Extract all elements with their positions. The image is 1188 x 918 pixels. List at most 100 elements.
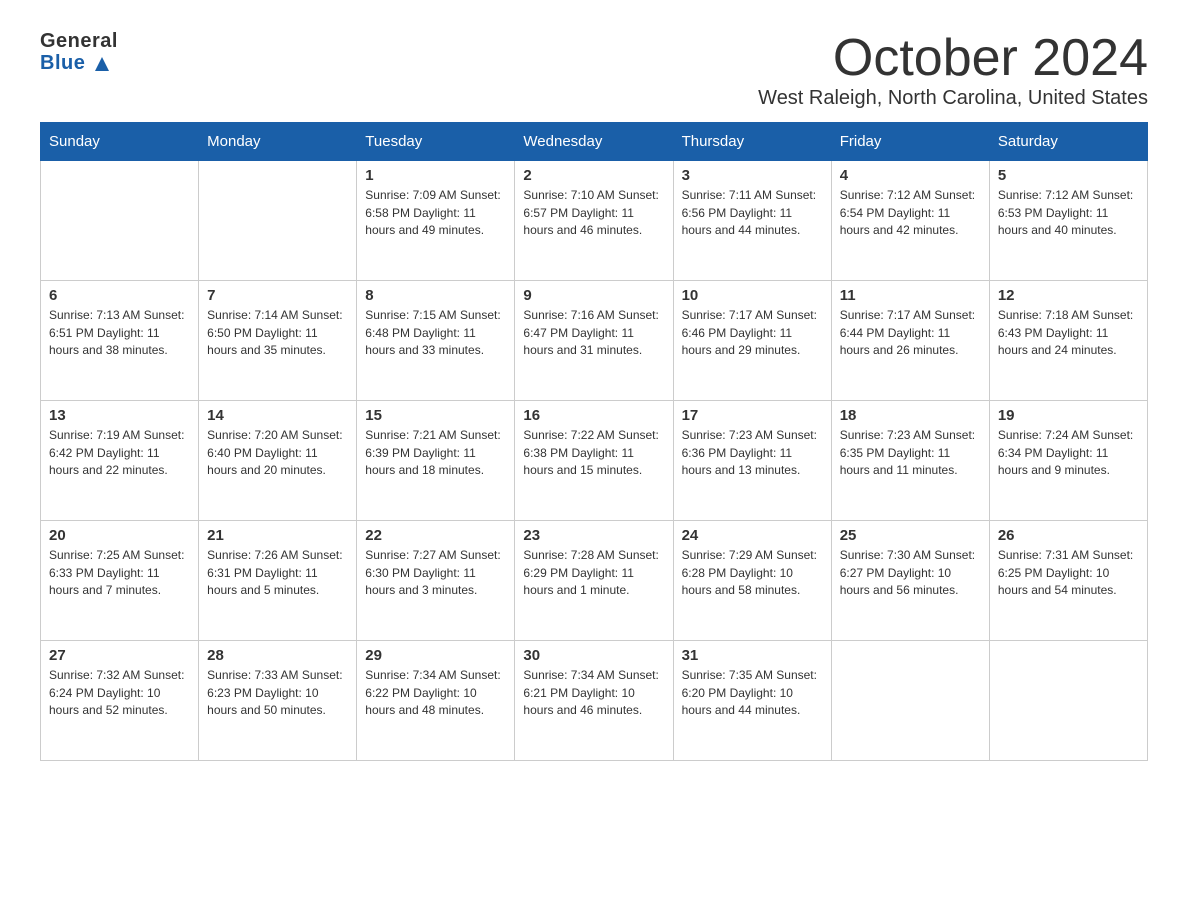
calendar-cell: 7 Sunrise: 7:14 AM Sunset: 6:50 PM Daylig…: [199, 281, 357, 401]
calendar-cell: [199, 161, 357, 281]
day-info: Sunrise: 7:09 AM Sunset: 6:58 PM Dayligh…: [365, 187, 506, 239]
day-info: Sunrise: 7:14 AM Sunset: 6:50 PM Dayligh…: [207, 307, 348, 359]
logo-line1: General: [40, 30, 118, 52]
day-info: Sunrise: 7:22 AM Sunset: 6:38 PM Dayligh…: [523, 427, 664, 479]
day-number: 7: [207, 287, 348, 304]
day-of-week-header: Monday: [199, 123, 357, 161]
calendar-cell: 5 Sunrise: 7:12 AM Sunset: 6:53 PM Daylig…: [989, 161, 1147, 281]
calendar-cell: 14Sunrise: 7:20 AM Sunset: 6:40 PM Dayli…: [199, 401, 357, 521]
calendar-cell: 26 Sunrise: 7:31 AM Sunset: 6:25 PM Dayli…: [989, 521, 1147, 641]
day-number: 19: [998, 407, 1139, 424]
day-number: 28: [207, 647, 348, 664]
calendar-cell: 4 Sunrise: 7:12 AM Sunset: 6:54 PM Daylig…: [831, 161, 989, 281]
logo-triangle-icon: [93, 55, 111, 73]
days-of-week-row: SundayMondayTuesdayWednesdayThursdayFrid…: [41, 123, 1148, 161]
calendar-cell: 29 Sunrise: 7:34 AM Sunset: 6:22 PM Dayli…: [357, 641, 515, 761]
day-info: Sunrise: 7:13 AM Sunset: 6:51 PM Dayligh…: [49, 307, 190, 359]
day-info: Sunrise: 7:29 AM Sunset: 6:28 PM Dayligh…: [682, 547, 823, 599]
day-number: 8: [365, 287, 506, 304]
day-number: 30: [523, 647, 664, 664]
day-info: Sunrise: 7:10 AM Sunset: 6:57 PM Dayligh…: [523, 187, 664, 239]
calendar-cell: 13Sunrise: 7:19 AM Sunset: 6:42 PM Dayli…: [41, 401, 199, 521]
calendar-cell: 22 Sunrise: 7:27 AM Sunset: 6:30 PM Dayli…: [357, 521, 515, 641]
day-info: Sunrise: 7:16 AM Sunset: 6:47 PM Dayligh…: [523, 307, 664, 359]
calendar-cell: [989, 641, 1147, 761]
day-number: 26: [998, 527, 1139, 544]
calendar-cell: 9 Sunrise: 7:16 AM Sunset: 6:47 PM Daylig…: [515, 281, 673, 401]
day-number: 22: [365, 527, 506, 544]
day-info: Sunrise: 7:35 AM Sunset: 6:20 PM Dayligh…: [682, 667, 823, 719]
calendar-cell: 6 Sunrise: 7:13 AM Sunset: 6:51 PM Daylig…: [41, 281, 199, 401]
day-number: 14: [207, 407, 348, 424]
day-info: Sunrise: 7:17 AM Sunset: 6:46 PM Dayligh…: [682, 307, 823, 359]
day-number: 27: [49, 647, 190, 664]
calendar-cell: 19 Sunrise: 7:24 AM Sunset: 6:34 PM Dayli…: [989, 401, 1147, 521]
day-info: Sunrise: 7:19 AM Sunset: 6:42 PM Dayligh…: [49, 427, 190, 479]
day-info: Sunrise: 7:15 AM Sunset: 6:48 PM Dayligh…: [365, 307, 506, 359]
day-info: Sunrise: 7:30 AM Sunset: 6:27 PM Dayligh…: [840, 547, 981, 599]
logo-blue-text: Blue: [40, 52, 85, 74]
calendar-cell: 1 Sunrise: 7:09 AM Sunset: 6:58 PM Daylig…: [357, 161, 515, 281]
day-number: 5: [998, 167, 1139, 184]
calendar-table: SundayMondayTuesdayWednesdayThursdayFrid…: [40, 122, 1148, 761]
day-info: Sunrise: 7:11 AM Sunset: 6:56 PM Dayligh…: [682, 187, 823, 239]
day-number: 2: [523, 167, 664, 184]
day-number: 1: [365, 167, 506, 184]
title-section: October 2024 West Raleigh, North Carolin…: [758, 30, 1148, 110]
day-info: Sunrise: 7:12 AM Sunset: 6:53 PM Dayligh…: [998, 187, 1139, 239]
day-number: 16: [523, 407, 664, 424]
calendar-cell: 12Sunrise: 7:18 AM Sunset: 6:43 PM Dayli…: [989, 281, 1147, 401]
calendar-cell: 23Sunrise: 7:28 AM Sunset: 6:29 PM Dayli…: [515, 521, 673, 641]
day-info: Sunrise: 7:26 AM Sunset: 6:31 PM Dayligh…: [207, 547, 348, 599]
day-info: Sunrise: 7:21 AM Sunset: 6:39 PM Dayligh…: [365, 427, 506, 479]
calendar-week-row: 6 Sunrise: 7:13 AM Sunset: 6:51 PM Daylig…: [41, 281, 1148, 401]
calendar-cell: 28 Sunrise: 7:33 AM Sunset: 6:23 PM Dayli…: [199, 641, 357, 761]
day-number: 31: [682, 647, 823, 664]
day-info: Sunrise: 7:31 AM Sunset: 6:25 PM Dayligh…: [998, 547, 1139, 599]
day-number: 11: [840, 287, 981, 304]
day-number: 6: [49, 287, 190, 304]
calendar-cell: 20Sunrise: 7:25 AM Sunset: 6:33 PM Dayli…: [41, 521, 199, 641]
day-number: 20: [49, 527, 190, 544]
calendar-cell: 15 Sunrise: 7:21 AM Sunset: 6:39 PM Dayli…: [357, 401, 515, 521]
calendar-week-row: 20Sunrise: 7:25 AM Sunset: 6:33 PM Dayli…: [41, 521, 1148, 641]
calendar-cell: 27 Sunrise: 7:32 AM Sunset: 6:24 PM Dayli…: [41, 641, 199, 761]
calendar-week-row: 13Sunrise: 7:19 AM Sunset: 6:42 PM Dayli…: [41, 401, 1148, 521]
day-number: 3: [682, 167, 823, 184]
day-number: 17: [682, 407, 823, 424]
page-header: General Blue October 2024 West Raleigh, …: [40, 30, 1148, 110]
day-info: Sunrise: 7:18 AM Sunset: 6:43 PM Dayligh…: [998, 307, 1139, 359]
day-of-week-header: Tuesday: [357, 123, 515, 161]
calendar-cell: 31 Sunrise: 7:35 AM Sunset: 6:20 PM Dayli…: [673, 641, 831, 761]
day-number: 4: [840, 167, 981, 184]
day-of-week-header: Saturday: [989, 123, 1147, 161]
calendar-cell: [41, 161, 199, 281]
calendar-cell: 16 Sunrise: 7:22 AM Sunset: 6:38 PM Dayli…: [515, 401, 673, 521]
calendar-cell: 30Sunrise: 7:34 AM Sunset: 6:21 PM Dayli…: [515, 641, 673, 761]
location-title: West Raleigh, North Carolina, United Sta…: [758, 87, 1148, 110]
day-of-week-header: Friday: [831, 123, 989, 161]
day-info: Sunrise: 7:12 AM Sunset: 6:54 PM Dayligh…: [840, 187, 981, 239]
day-info: Sunrise: 7:24 AM Sunset: 6:34 PM Dayligh…: [998, 427, 1139, 479]
day-number: 21: [207, 527, 348, 544]
day-number: 9: [523, 287, 664, 304]
calendar-week-row: 1 Sunrise: 7:09 AM Sunset: 6:58 PM Daylig…: [41, 161, 1148, 281]
month-title: October 2024: [758, 30, 1148, 87]
day-number: 24: [682, 527, 823, 544]
logo: General Blue: [40, 30, 118, 74]
day-info: Sunrise: 7:27 AM Sunset: 6:30 PM Dayligh…: [365, 547, 506, 599]
day-info: Sunrise: 7:34 AM Sunset: 6:22 PM Dayligh…: [365, 667, 506, 719]
logo-line2: Blue: [40, 52, 118, 74]
calendar-cell: 8 Sunrise: 7:15 AM Sunset: 6:48 PM Daylig…: [357, 281, 515, 401]
day-number: 15: [365, 407, 506, 424]
day-of-week-header: Wednesday: [515, 123, 673, 161]
calendar-header: SundayMondayTuesdayWednesdayThursdayFrid…: [41, 123, 1148, 161]
day-info: Sunrise: 7:33 AM Sunset: 6:23 PM Dayligh…: [207, 667, 348, 719]
day-number: 18: [840, 407, 981, 424]
calendar-cell: 24 Sunrise: 7:29 AM Sunset: 6:28 PM Dayli…: [673, 521, 831, 641]
day-info: Sunrise: 7:32 AM Sunset: 6:24 PM Dayligh…: [49, 667, 190, 719]
day-number: 29: [365, 647, 506, 664]
calendar-cell: 3 Sunrise: 7:11 AM Sunset: 6:56 PM Daylig…: [673, 161, 831, 281]
day-number: 25: [840, 527, 981, 544]
day-number: 10: [682, 287, 823, 304]
